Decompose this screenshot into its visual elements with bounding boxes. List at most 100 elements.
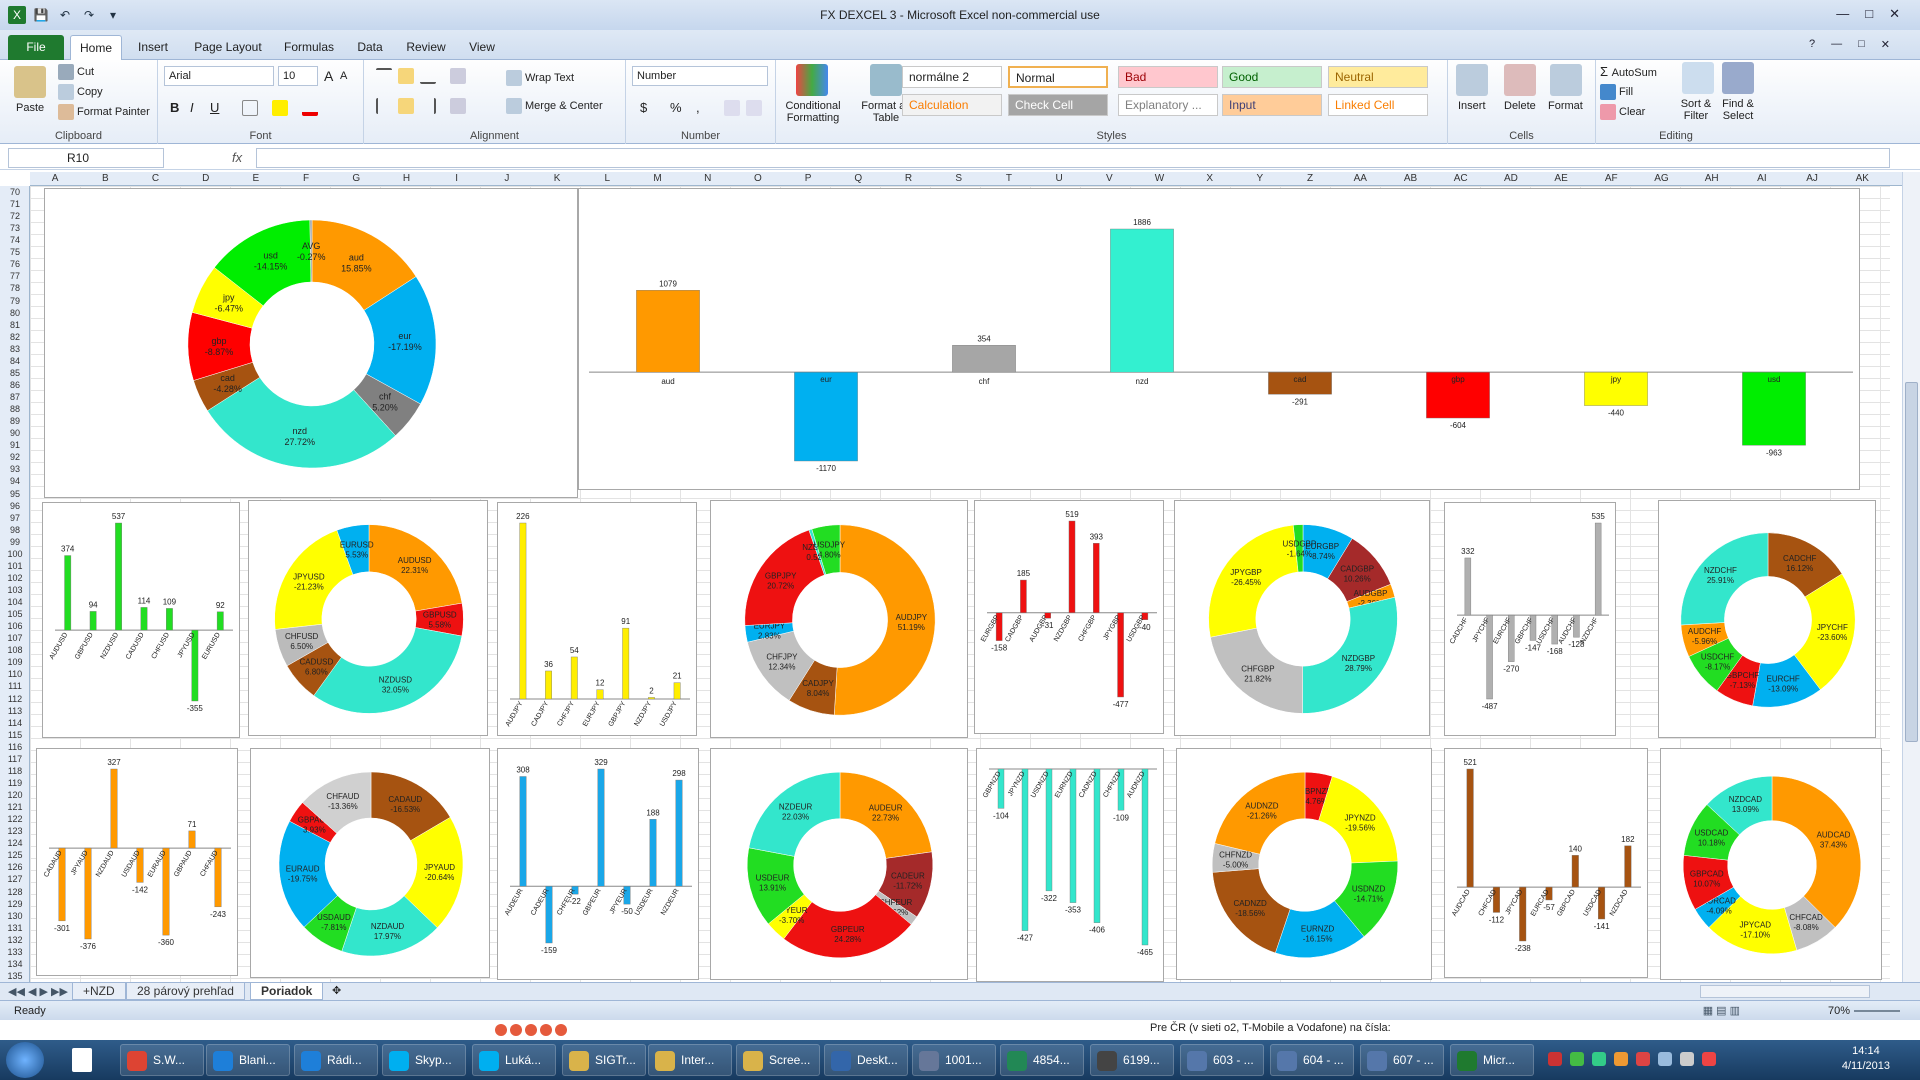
conditional-formatting-icon[interactable]	[796, 64, 828, 96]
taskbar-item[interactable]: 1001...	[912, 1044, 996, 1076]
tab-insert[interactable]: Insert	[130, 35, 176, 60]
row-header[interactable]: 134	[0, 958, 30, 970]
column-header[interactable]: AB	[1385, 173, 1435, 184]
autosum-button[interactable]: Σ AutoSum	[1600, 64, 1657, 79]
font-color-icon[interactable]	[302, 100, 318, 116]
row-header[interactable]: 133	[0, 946, 30, 958]
clear-button[interactable]: Clear	[1600, 104, 1645, 120]
column-header[interactable]: X	[1185, 173, 1235, 184]
merge-center-button[interactable]: Merge & Center	[506, 98, 603, 114]
bar-nzdjpy[interactable]	[648, 697, 655, 700]
column-header[interactable]: E	[231, 173, 281, 184]
bar-chart[interactable]: 521 AUDCAD -112 CHFCAD -238 JPYCAD -57 EURCAD 14…	[1444, 748, 1648, 978]
fill-color-icon[interactable]	[272, 100, 288, 116]
donut-chart[interactable]: AUDUSD 22.31% GBPUSD 5.58% NZDUSD 32.05% CADUS…	[248, 500, 488, 736]
cell-style-1[interactable]: normálne 2	[902, 66, 1002, 88]
cell-style-9[interactable]: Input	[1222, 94, 1322, 116]
cut-button[interactable]: Cut	[58, 64, 94, 80]
row-header[interactable]: 85	[0, 367, 30, 379]
align-top-icon[interactable]	[376, 68, 392, 84]
donut-chart[interactable]: CADCHF 16.12% JPYCHF -23.60% EURCHF -13.09% GB…	[1658, 500, 1876, 738]
column-header[interactable]: A	[30, 173, 80, 184]
column-header[interactable]: Q	[833, 173, 883, 184]
row-header[interactable]: 112	[0, 693, 30, 705]
column-header[interactable]: U	[1034, 173, 1084, 184]
row-header[interactable]: 114	[0, 717, 30, 729]
donut-slice-audcad[interactable]	[1771, 775, 1862, 928]
taskbar-item[interactable]: Rádi...	[294, 1044, 378, 1076]
row-header[interactable]: 102	[0, 572, 30, 584]
column-header[interactable]: W	[1134, 173, 1184, 184]
donut-chart[interactable]: aud 15.85% eur -17.19% chf 5.20% nzd 27.72% cad -…	[44, 188, 578, 498]
view-buttons-icon[interactable]: ▦ ▤ ▥	[1703, 1004, 1740, 1017]
row-header[interactable]: 86	[0, 379, 30, 391]
row-header[interactable]: 123	[0, 825, 30, 837]
row-header[interactable]: 82	[0, 331, 30, 343]
tab-page-layout[interactable]: Page Layout	[188, 35, 268, 60]
bar-chart[interactable]: 374 AUDUSD 94 GBPUSD 537 NZDUSD 114 CADUSD 109 CH…	[42, 502, 240, 738]
tab-data[interactable]: Data	[350, 35, 390, 60]
taskbar-item[interactable]: 6199...	[1090, 1044, 1174, 1076]
column-header[interactable]: H	[381, 173, 431, 184]
orientation-icon[interactable]	[450, 68, 466, 84]
row-header[interactable]: 100	[0, 548, 30, 560]
insert-button[interactable]: Insert	[1458, 100, 1486, 112]
donut-chart[interactable]: CADAUD -16.53% JPYAUD -20.64% NZDAUD 17.97% US…	[250, 748, 490, 978]
bar-jpyaud[interactable]	[84, 847, 92, 940]
decrease-decimal-icon[interactable]	[746, 100, 762, 116]
row-header[interactable]: 77	[0, 270, 30, 282]
tray-icon[interactable]	[1702, 1052, 1716, 1066]
tab-formulas[interactable]: Formulas	[278, 35, 340, 60]
row-header[interactable]: 105	[0, 608, 30, 620]
row-header[interactable]: 116	[0, 741, 30, 753]
row-header[interactable]: 92	[0, 451, 30, 463]
scroll-thumb[interactable]	[1905, 382, 1918, 742]
delete-button[interactable]: Delete	[1504, 100, 1536, 112]
column-header[interactable]: AJ	[1787, 173, 1837, 184]
underline-button[interactable]: U	[210, 100, 219, 115]
row-header[interactable]: 135	[0, 970, 30, 982]
column-header[interactable]: G	[331, 173, 381, 184]
bold-button[interactable]: B	[170, 100, 179, 115]
column-header[interactable]: AF	[1586, 173, 1636, 184]
bar-chfjpy[interactable]	[570, 656, 578, 700]
column-header[interactable]: R	[883, 173, 933, 184]
bar-nzdchf[interactable]	[1594, 522, 1602, 616]
row-header[interactable]: 104	[0, 596, 30, 608]
bar-chfusd[interactable]	[166, 608, 173, 631]
column-header[interactable]: L	[582, 173, 632, 184]
row-header[interactable]: 117	[0, 753, 30, 765]
tray-icon[interactable]	[1548, 1052, 1562, 1066]
row-header[interactable]: 118	[0, 765, 30, 777]
bar-audjpy[interactable]	[519, 522, 527, 700]
bar-cadjpy[interactable]	[545, 670, 552, 700]
align-left-icon[interactable]	[376, 98, 392, 114]
row-header[interactable]: 99	[0, 536, 30, 548]
taskbar-item[interactable]: 603 - ...	[1180, 1044, 1264, 1076]
taskbar-item[interactable]: 4854...	[1000, 1044, 1084, 1076]
bar-chart[interactable]: 332 CADCHF -487 JPYCHF -270 EURCHF -147 GBPCHF -…	[1444, 502, 1616, 736]
cell-style-10[interactable]: Linked Cell	[1328, 94, 1428, 116]
row-header[interactable]: 128	[0, 886, 30, 898]
bar-chart[interactable]: 308 AUDEUR -159 CADEUR -22 CHFEUR 329 GBPEUR -50…	[497, 748, 699, 980]
taskbar-item[interactable]: S.W...	[120, 1044, 204, 1076]
zoom-slider[interactable]	[1854, 1010, 1900, 1012]
row-header[interactable]: 83	[0, 343, 30, 355]
row-header[interactable]: 131	[0, 922, 30, 934]
row-header[interactable]: 76	[0, 258, 30, 270]
column-header[interactable]: AC	[1436, 173, 1486, 184]
bar-cadchf[interactable]	[1464, 557, 1472, 616]
row-header[interactable]: 107	[0, 632, 30, 644]
sheet-nav-icon[interactable]: ◀◀ ◀ ▶ ▶▶	[8, 985, 68, 998]
indent-icon[interactable]	[450, 98, 466, 114]
bar-audeur[interactable]	[519, 776, 527, 887]
column-header[interactable]: M	[632, 173, 682, 184]
shrink-font-button[interactable]: A	[340, 70, 347, 82]
row-header[interactable]: 79	[0, 295, 30, 307]
bar-usdjpy[interactable]	[673, 682, 681, 700]
row-header[interactable]: 109	[0, 656, 30, 668]
start-button[interactable]	[6, 1042, 44, 1078]
donut-chart[interactable]: AUDEUR22.73%CADEUR-11.72%CHFEUR-1.62%GBP…	[710, 748, 968, 980]
row-header[interactable]: 75	[0, 246, 30, 258]
bar-jpygbp[interactable]	[1117, 612, 1124, 698]
